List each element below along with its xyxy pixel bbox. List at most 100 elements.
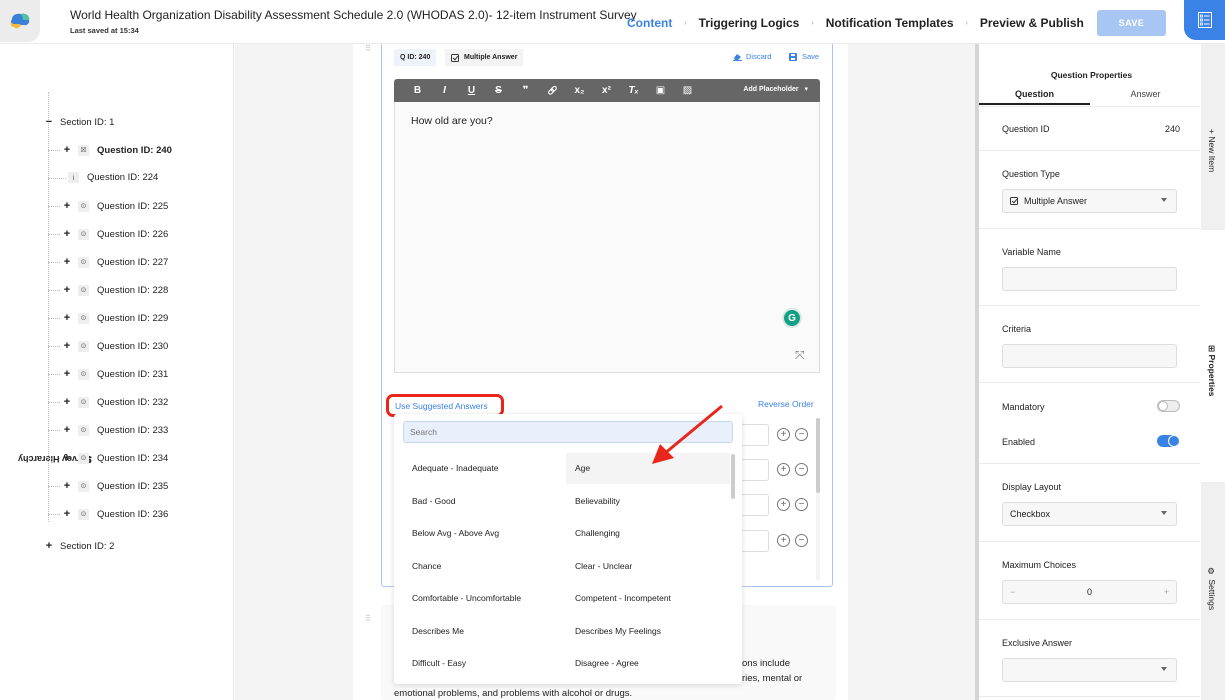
expand-icon[interactable]: +: [62, 424, 72, 436]
suggested-answer-option[interactable]: Describes Me: [403, 616, 563, 647]
suggested-answer-option[interactable]: Believability: [566, 486, 730, 517]
expand-icon[interactable]: +: [62, 200, 72, 212]
drag-handle-icon[interactable]: ⠿: [365, 614, 371, 623]
tree-question-item[interactable]: + ⊙ Question ID: 233: [48, 424, 168, 436]
step-triggering-logics[interactable]: Triggering Logics: [699, 16, 800, 30]
tree-question-item[interactable]: + ⊙ Question ID: 231: [48, 368, 168, 380]
step-content[interactable]: Content: [627, 16, 672, 30]
expand-icon[interactable]: +: [62, 228, 72, 240]
underline-icon[interactable]: U: [458, 85, 485, 96]
save-question-button[interactable]: Save: [789, 52, 819, 61]
increment-button[interactable]: +: [1164, 587, 1169, 597]
save-button[interactable]: SAVE: [1097, 10, 1166, 36]
tree-question-item[interactable]: + ⊙ Question ID: 236: [48, 508, 168, 520]
remove-answer-icon[interactable]: −: [795, 534, 808, 547]
add-answer-icon[interactable]: +: [777, 463, 790, 476]
remove-answer-icon[interactable]: −: [795, 498, 808, 511]
remove-answer-icon[interactable]: −: [795, 428, 808, 441]
embed-icon[interactable]: ▣: [647, 85, 674, 96]
suggested-answer-option[interactable]: Disagree - Agree: [566, 648, 730, 679]
collapse-icon[interactable]: −: [44, 116, 54, 128]
suggested-answer-option[interactable]: Difficult - Easy: [403, 648, 563, 679]
scrollbar-thumb[interactable]: [816, 418, 820, 493]
expand-icon[interactable]: ⤧: [795, 348, 805, 363]
criteria-input[interactable]: [1002, 344, 1177, 368]
question-text[interactable]: How old are you?: [411, 115, 493, 127]
dropdown-scrollbar[interactable]: [731, 454, 735, 499]
suggested-answer-option[interactable]: Describes My Feelings: [566, 616, 730, 647]
expand-icon[interactable]: +: [62, 256, 72, 268]
exclusive-answer-select[interactable]: [1002, 658, 1177, 682]
tree-question-item[interactable]: ⅰ Question ID: 224: [48, 172, 158, 183]
variable-name-input[interactable]: [1002, 267, 1177, 291]
tree-question-item[interactable]: + ⊙ Question ID: 227: [48, 256, 168, 268]
app-logo[interactable]: [0, 0, 40, 42]
image-icon[interactable]: ▨: [674, 85, 701, 96]
suggested-answer-option[interactable]: Bad - Good: [403, 486, 563, 517]
expand-icon[interactable]: +: [62, 452, 72, 464]
question-text-editor[interactable]: How old are you?: [394, 102, 820, 373]
expand-icon[interactable]: +: [44, 540, 54, 552]
suggested-answer-option[interactable]: Challenging: [566, 518, 730, 549]
side-tab-properties[interactable]: ⊞ Properties: [1201, 230, 1225, 482]
tree-question-item[interactable]: + ⊙ Question ID: 228: [48, 284, 168, 296]
survey-outline-button[interactable]: [1184, 0, 1225, 40]
subscript-icon[interactable]: x₂: [566, 85, 593, 96]
step-notification-templates[interactable]: Notification Templates: [826, 16, 954, 30]
discard-button[interactable]: Discard: [733, 52, 771, 61]
clear-format-icon[interactable]: Tₓ: [620, 85, 647, 96]
add-answer-icon[interactable]: +: [777, 428, 790, 441]
grammarly-icon[interactable]: G: [782, 308, 802, 328]
mandatory-toggle[interactable]: [1157, 400, 1180, 412]
side-tab-new-item[interactable]: + New Item: [1201, 44, 1225, 230]
tree-question-item[interactable]: + ⊙ Question ID: 232: [48, 396, 168, 408]
step-preview-publish[interactable]: Preview & Publish: [980, 16, 1084, 30]
suggested-answer-option[interactable]: Chance: [403, 551, 563, 582]
suggested-answer-option[interactable]: Clear - Unclear: [566, 551, 730, 582]
survey-hierarchy-tab[interactable]: ⠿Survey Hierarchy: [2, 374, 92, 464]
add-answer-icon[interactable]: +: [777, 534, 790, 547]
expand-icon[interactable]: +: [62, 144, 72, 156]
tree-question-item[interactable]: + ⊙ Question ID: 226: [48, 228, 168, 240]
tree-question-item[interactable]: + ⊙ Question ID: 225: [48, 200, 168, 212]
bold-icon[interactable]: B: [404, 85, 431, 96]
tree-section[interactable]: + Section ID: 2: [44, 540, 115, 552]
expand-icon[interactable]: +: [62, 340, 72, 352]
suggested-answer-option[interactable]: Competent - Incompetent: [566, 583, 730, 614]
enabled-toggle[interactable]: [1157, 435, 1180, 447]
display-layout-select[interactable]: Checkbox: [1002, 502, 1177, 526]
tree-question-item[interactable]: + ⊙ Question ID: 234: [48, 452, 168, 464]
link-icon[interactable]: 🔗: [539, 86, 566, 95]
expand-icon[interactable]: +: [62, 368, 72, 380]
tree-question-item[interactable]: + ⊙ Question ID: 229: [48, 312, 168, 324]
strikethrough-icon[interactable]: S: [485, 85, 512, 96]
suggested-answer-option[interactable]: Below Avg - Above Avg: [403, 518, 563, 549]
decrement-button[interactable]: −: [1010, 587, 1015, 597]
suggested-answer-option[interactable]: Comfortable - Uncomfortable: [403, 583, 563, 614]
question-type-select[interactable]: Multiple Answer: [1002, 189, 1177, 213]
tree-section[interactable]: − Section ID: 1: [44, 116, 115, 128]
tab-question[interactable]: Question: [979, 89, 1090, 105]
reverse-order-link[interactable]: Reverse Order: [758, 399, 814, 409]
tree-question-item[interactable]: + ☒ Question ID: 240: [48, 144, 172, 156]
maximum-choices-stepper[interactable]: − 0 +: [1002, 580, 1177, 604]
drag-handle-icon[interactable]: ⠿: [365, 44, 371, 53]
answers-scrollbar[interactable]: [816, 418, 820, 580]
tree-question-item[interactable]: + ⊙ Question ID: 230: [48, 340, 168, 352]
side-tab-settings[interactable]: ⚙ Settings: [1201, 482, 1225, 700]
superscript-icon[interactable]: x²: [593, 85, 620, 96]
add-placeholder-dropdown[interactable]: Add Placeholder ▾: [743, 85, 808, 93]
expand-icon[interactable]: +: [62, 396, 72, 408]
remove-answer-icon[interactable]: −: [795, 463, 808, 476]
italic-icon[interactable]: I: [431, 85, 458, 96]
add-answer-icon[interactable]: +: [777, 498, 790, 511]
tree-question-item[interactable]: + ⊙ Question ID: 235: [48, 480, 168, 492]
maximum-choices-value[interactable]: 0: [1087, 587, 1092, 597]
expand-icon[interactable]: +: [62, 508, 72, 520]
quote-icon[interactable]: ❞: [512, 85, 539, 96]
expand-icon[interactable]: +: [62, 284, 72, 296]
expand-icon[interactable]: +: [62, 480, 72, 492]
tab-answer[interactable]: Answer: [1090, 89, 1201, 105]
suggested-answer-option[interactable]: Adequate - Inadequate: [403, 453, 563, 484]
expand-icon[interactable]: +: [62, 312, 72, 324]
